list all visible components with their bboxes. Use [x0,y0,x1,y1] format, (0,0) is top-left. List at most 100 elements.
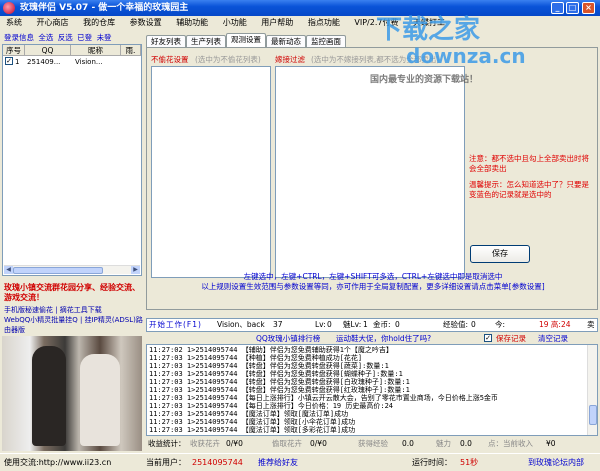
hint-scope: 以上规则设置生效范围与参数设置等同，亦可作用于全局复制配置，更多详细设置请点击菜… [201,282,545,291]
charm-value: 1 [363,320,368,329]
menu-tips[interactable]: 指点功能 [302,16,346,30]
tab-friends[interactable]: 好友列表 [146,35,186,47]
col-rain[interactable]: 雨. [121,45,141,56]
log-line: 11:27:03 1>2514095744 【魔法订单】领取[多彩花订单]成功 [149,426,356,434]
tab-observe[interactable]: 观测设置 [226,33,266,47]
no-steal-title: 不偷花设置 [151,55,189,64]
rose-app-icon [3,2,15,14]
graft-filter-title: 嫁接过滤 [275,55,305,64]
scroll-left-icon[interactable]: ◀ [4,266,13,274]
today-label: 今: [495,320,506,329]
not-logged-link[interactable]: 未登 [97,33,112,42]
contact-link[interactable]: 使用交流:http://www.ii23.cn [4,455,111,471]
log-scrollbar[interactable] [587,345,597,435]
revenue-item: 魅力 [436,439,451,448]
save-log-label: 保存记录 [496,334,526,343]
clear-log-link[interactable]: 清空记录 [538,333,568,344]
revenue-item: 获得经验 [358,439,388,448]
table-row[interactable]: ✓ 1 251409... Vision... [3,57,141,67]
exp-value: 0 [471,320,476,329]
status-bar: 使用交流:http://www.ii23.cn 当前用户： 2514095744… [0,453,600,471]
revenue-item: 点：当前收入 [488,439,533,448]
start-work-button[interactable]: 开始工作(F1) [149,319,202,331]
save-log-checkbox[interactable]: ✓ [484,334,492,342]
gold-value: 0 [395,320,400,329]
note-selected-hint: 温馨提示：怎么知道选中了？只要是变蓝色的记录就是选中的 [469,180,589,199]
promo-webqq-link[interactable]: WebQQ小精灵批量挂Q | 挂IP精灵(ADSL)路由器版 [4,315,144,335]
log-line: 11:27:03 1>2514095744 【转盘】伴侣为您免费转盘获得[白玫瑰… [149,378,410,386]
advert-image[interactable] [2,336,142,451]
scroll-thumb[interactable] [13,267,103,274]
col-no[interactable]: 序号 [3,45,25,56]
table-header: 序号 QQ 昵称 雨. [3,45,141,56]
rank-link[interactable]: QQ玫瑰小镇排行榜 [256,333,320,344]
gold-label: 金币: [373,320,391,329]
revenue-value: 0/¥0 [310,439,327,448]
revenue-bar: 收益统计： 收获花卉 0/¥0 偷取花卉 0/¥0 获得经验 0.0 魅力 0.… [146,437,598,451]
select-all-link[interactable]: 全选 [38,33,53,42]
login-info-link[interactable]: 登录信息 [4,33,34,42]
revenue-item: 收获花卉 [190,439,220,448]
maximize-button[interactable]: □ [566,2,579,14]
no-steal-list[interactable] [151,66,271,278]
menu-shop[interactable]: 开心商店 [31,16,75,30]
recommend-link[interactable]: 推荐给好友 [258,455,298,471]
run-time-value: 51秒 [460,458,479,467]
hint-multiselect: 左键选中，左键+CTRL，左键+SHIFT可多选，CTRL+左键选中即是取消选中 [243,272,503,281]
revenue-value: ¥0 [546,439,556,448]
sell-label: 卖 [587,320,595,329]
log-line: 11:27:03 1>2514095744 【魔法订单】领取[魔法订单]成功 [149,410,349,418]
row-nick: Vision... [75,58,103,66]
log-line: 11:27:03 1>2514095744 【转盘】伴侣为您免费转盘获得[蝴蝶种… [149,370,403,378]
stats-number: 37 [273,320,283,329]
menu-assist[interactable]: 辅助功能 [170,16,214,30]
close-button[interactable]: × [582,2,595,14]
menu-params[interactable]: 参数设置 [124,16,168,30]
stats-bar: 开始工作(F1) Vision、back 37 Lv: 0 魅Lv: 1 金币:… [146,318,598,332]
revenue-item: 偷取花卉 [272,439,302,448]
tab-production[interactable]: 生产列表 [186,35,226,47]
current-nickname: Vision、back [217,320,265,329]
menu-help[interactable]: 用户帮助 [255,16,299,30]
account-links: 登录信息 全选 反选 已登 未登 [4,32,144,43]
graft-filter-list[interactable] [275,66,465,278]
promo-section: 玫瑰小镇交流群花园分享、经验交流、游戏交流！ 手机版秘速偷花 | 摘花工具下载 … [4,283,144,334]
menu-system[interactable]: 系统 [0,16,28,30]
scroll-right-icon[interactable]: ▶ [131,266,140,274]
menu-small[interactable]: 小功能 [217,16,253,30]
log-line: 11:27:03 1>2514095744 【种植】伴侣为您免费种植成功[花花] [149,354,363,362]
current-user-label: 当前用户： [146,458,186,467]
price-value: 19 高:24 [539,320,571,329]
account-table[interactable]: 序号 QQ 昵称 雨. ✓ 1 251409... Vision... ◀ ▶ [2,44,142,276]
tab-news[interactable]: 最新动态 [266,35,306,47]
col-nick[interactable]: 昵称 [71,45,121,56]
col-qq[interactable]: QQ [25,45,71,56]
promo-group-link[interactable]: 玫瑰小镇交流群花园分享、经验交流、游戏交流！ [4,283,144,303]
tab-monitor[interactable]: 监控画面 [306,35,346,47]
note-sell-all: 注意：都不选中且勾上全部卖出时将会全部卖出 [469,154,589,173]
log-line: 11:27:03 1>2514095744 【转盘】伴侣为您免费转盘获得[红玫瑰… [149,386,410,394]
row-checkbox[interactable]: ✓ [5,57,13,65]
model-figure [80,354,120,446]
no-steal-note: (选中为不偷花列表) [195,55,261,64]
save-button[interactable]: 保存 [470,245,530,263]
window-title: 玫瑰伴侣 V5.07 - 做一个幸福的玫瑰园主 [20,3,189,13]
log-line: 11:27:03 1>2514095744 【魔法订单】领取[小伞花订单]成功 [149,418,356,426]
scroll-thumb[interactable] [589,405,597,425]
row-no: 1 [15,58,20,66]
level-label: Lv: [315,320,326,329]
revenue-label: 收益统计： [148,439,186,448]
minimize-button[interactable]: _ [551,2,564,14]
ad-link[interactable]: 运动鞋大促，你hold住了吗? [336,333,431,344]
invert-select-link[interactable]: 反选 [58,33,73,42]
promo-mobile-link[interactable]: 手机版秘速偷花 | 摘花工具下载 [4,305,144,315]
forum-link[interactable]: 到玫瑰论坛内部 [528,455,584,471]
watermark: 下载之家 downza.cn 国内最专业的资源下载站！ [370,16,536,96]
logged-link[interactable]: 已登 [77,33,92,42]
log-box[interactable]: 11:27:02 1>2514095744 【辅助】伴侣为您免费辅助获得1个【魔… [146,344,598,436]
menu-warehouse[interactable]: 我的仓库 [77,16,121,30]
horizontal-scrollbar[interactable]: ◀ ▶ [4,265,140,274]
model-figure [32,346,66,446]
watermark-line2: downza.cn [406,44,526,68]
log-line: 11:27:02 1>2514095744 【辅助】伴侣为您免费辅助获得1个【魔… [149,346,393,354]
